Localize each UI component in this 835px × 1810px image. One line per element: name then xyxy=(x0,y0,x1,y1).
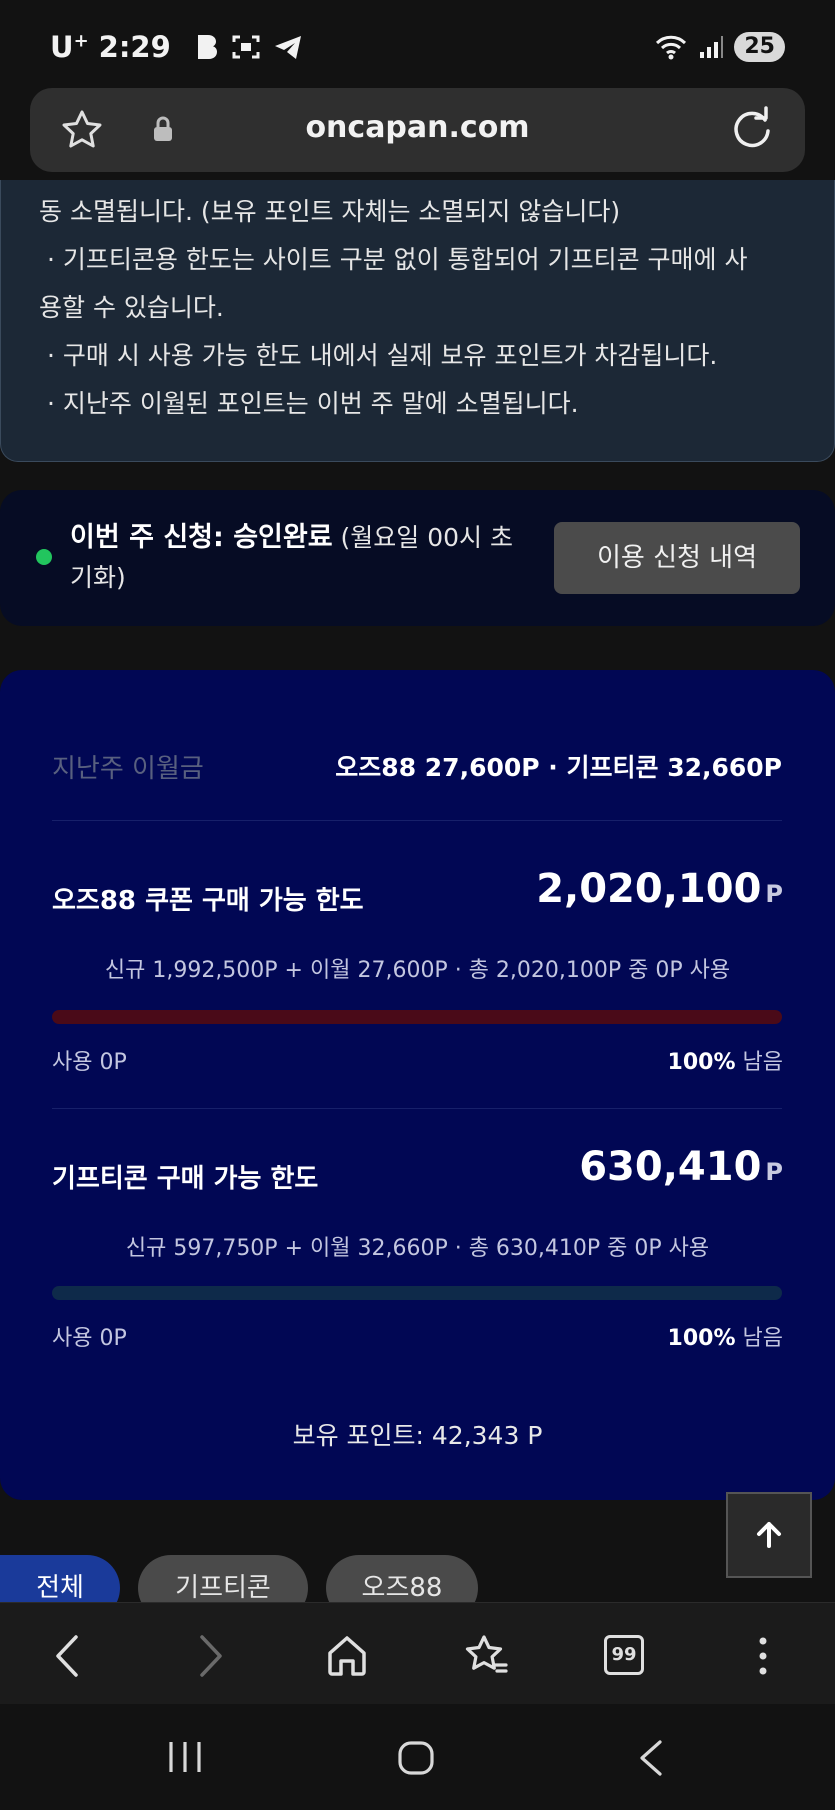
oz88-limit-amount: 2,020,100 P xyxy=(536,866,783,912)
b-app-icon xyxy=(197,35,217,59)
screenshot-icon xyxy=(232,35,260,59)
notice-line: 동 소멸됩니다. (보유 포인트 자체는 소멸되지 않습니다) xyxy=(39,197,621,226)
gifticon-limit-detail: 신규 597,750P + 이월 32,660P · 총 630,410P 중 … xyxy=(125,1236,710,1261)
application-status-text: 이번 주 신청: 승인완료 (월요일 00시 초기화) xyxy=(70,518,520,598)
carrier-label: U+ xyxy=(50,30,89,64)
gifticon-limit-amount: 630,410 P xyxy=(579,1144,783,1190)
divider xyxy=(52,1108,782,1109)
gifticon-remaining-label: 100% 남음 xyxy=(667,1326,783,1351)
url-text[interactable]: oncapan.com xyxy=(30,110,805,145)
recent-apps-icon[interactable] xyxy=(166,1740,204,1774)
back-arrow-icon[interactable] xyxy=(50,1633,86,1679)
battery-indicator: 25 xyxy=(734,32,785,62)
carryover-value: 오즈88 27,600P · 기프티콘 32,660P xyxy=(335,753,782,782)
notice-line: · 지난주 이월된 포인트는 이번 주 말에 소멸됩니다. xyxy=(47,389,579,418)
oz88-usage-bar xyxy=(52,1010,782,1024)
carryover-row: 지난주 이월금 오즈88 27,600P · 기프티콘 32,660P xyxy=(52,748,782,785)
notice-box: 동 소멸됩니다. (보유 포인트 자체는 소멸되지 않습니다) · 기프티콘용 … xyxy=(0,180,835,462)
clock: 2:29 xyxy=(98,30,171,64)
purchase-limits-panel: 지난주 이월금 오즈88 27,600P · 기프티콘 32,660P 오즈88… xyxy=(0,670,835,1500)
points-balance: 보유 포인트: 42,343 P xyxy=(292,1421,543,1450)
oz88-limit-detail: 신규 1,992,500P + 이월 27,600P · 총 2,020,100… xyxy=(104,958,731,983)
bookmarks-icon[interactable] xyxy=(464,1633,510,1677)
scroll-to-top-button[interactable] xyxy=(726,1492,812,1578)
oz88-used-label: 사용 0P xyxy=(52,1050,127,1075)
address-bar[interactable]: oncapan.com xyxy=(30,88,805,172)
application-status-card: 이번 주 신청: 승인완료 (월요일 00시 초기화) 이용 신청 내역 xyxy=(0,490,835,626)
status-bar: U+ 2:29 25 xyxy=(0,0,835,88)
forward-arrow-icon[interactable] xyxy=(192,1633,228,1679)
gifticon-limit-title: 기프티콘 구매 가능 한도 xyxy=(52,1164,319,1194)
status-dot-icon xyxy=(36,549,52,565)
notice-line: · 기프티콘용 한도는 사이트 구분 없이 통합되어 기프티콘 구매에 사 xyxy=(47,245,748,274)
home-icon[interactable] xyxy=(326,1633,368,1677)
tabs-count-icon[interactable]: 99 xyxy=(604,1635,644,1675)
telegram-icon xyxy=(274,36,301,59)
oz88-remaining-label: 100% 남음 xyxy=(667,1050,783,1075)
arrow-up-icon xyxy=(757,1522,781,1548)
carryover-label: 지난주 이월금 xyxy=(52,754,204,784)
oz88-limit-title: 오즈88 쿠폰 구매 가능 한도 xyxy=(52,886,364,916)
application-status-label: 이번 주 신청: 승인완료 xyxy=(70,522,333,553)
home-button-icon[interactable] xyxy=(396,1740,436,1776)
wifi-icon xyxy=(656,35,687,60)
reload-icon[interactable] xyxy=(729,106,775,152)
signal-icon xyxy=(700,36,724,58)
notice-line: · 구매 시 사용 가능 한도 내에서 실제 보유 포인트가 차감됩니다. xyxy=(47,341,718,370)
system-back-icon[interactable] xyxy=(636,1740,666,1776)
notice-line: 용할 수 있습니다. xyxy=(39,293,224,322)
application-history-button[interactable]: 이용 신청 내역 xyxy=(554,522,800,594)
divider xyxy=(52,820,782,821)
gifticon-usage-bar xyxy=(52,1286,782,1300)
system-navigation-bar xyxy=(0,1704,835,1810)
browser-toolbar: 99 xyxy=(0,1602,835,1704)
more-menu-icon[interactable] xyxy=(756,1633,770,1679)
gifticon-used-label: 사용 0P xyxy=(52,1326,127,1351)
